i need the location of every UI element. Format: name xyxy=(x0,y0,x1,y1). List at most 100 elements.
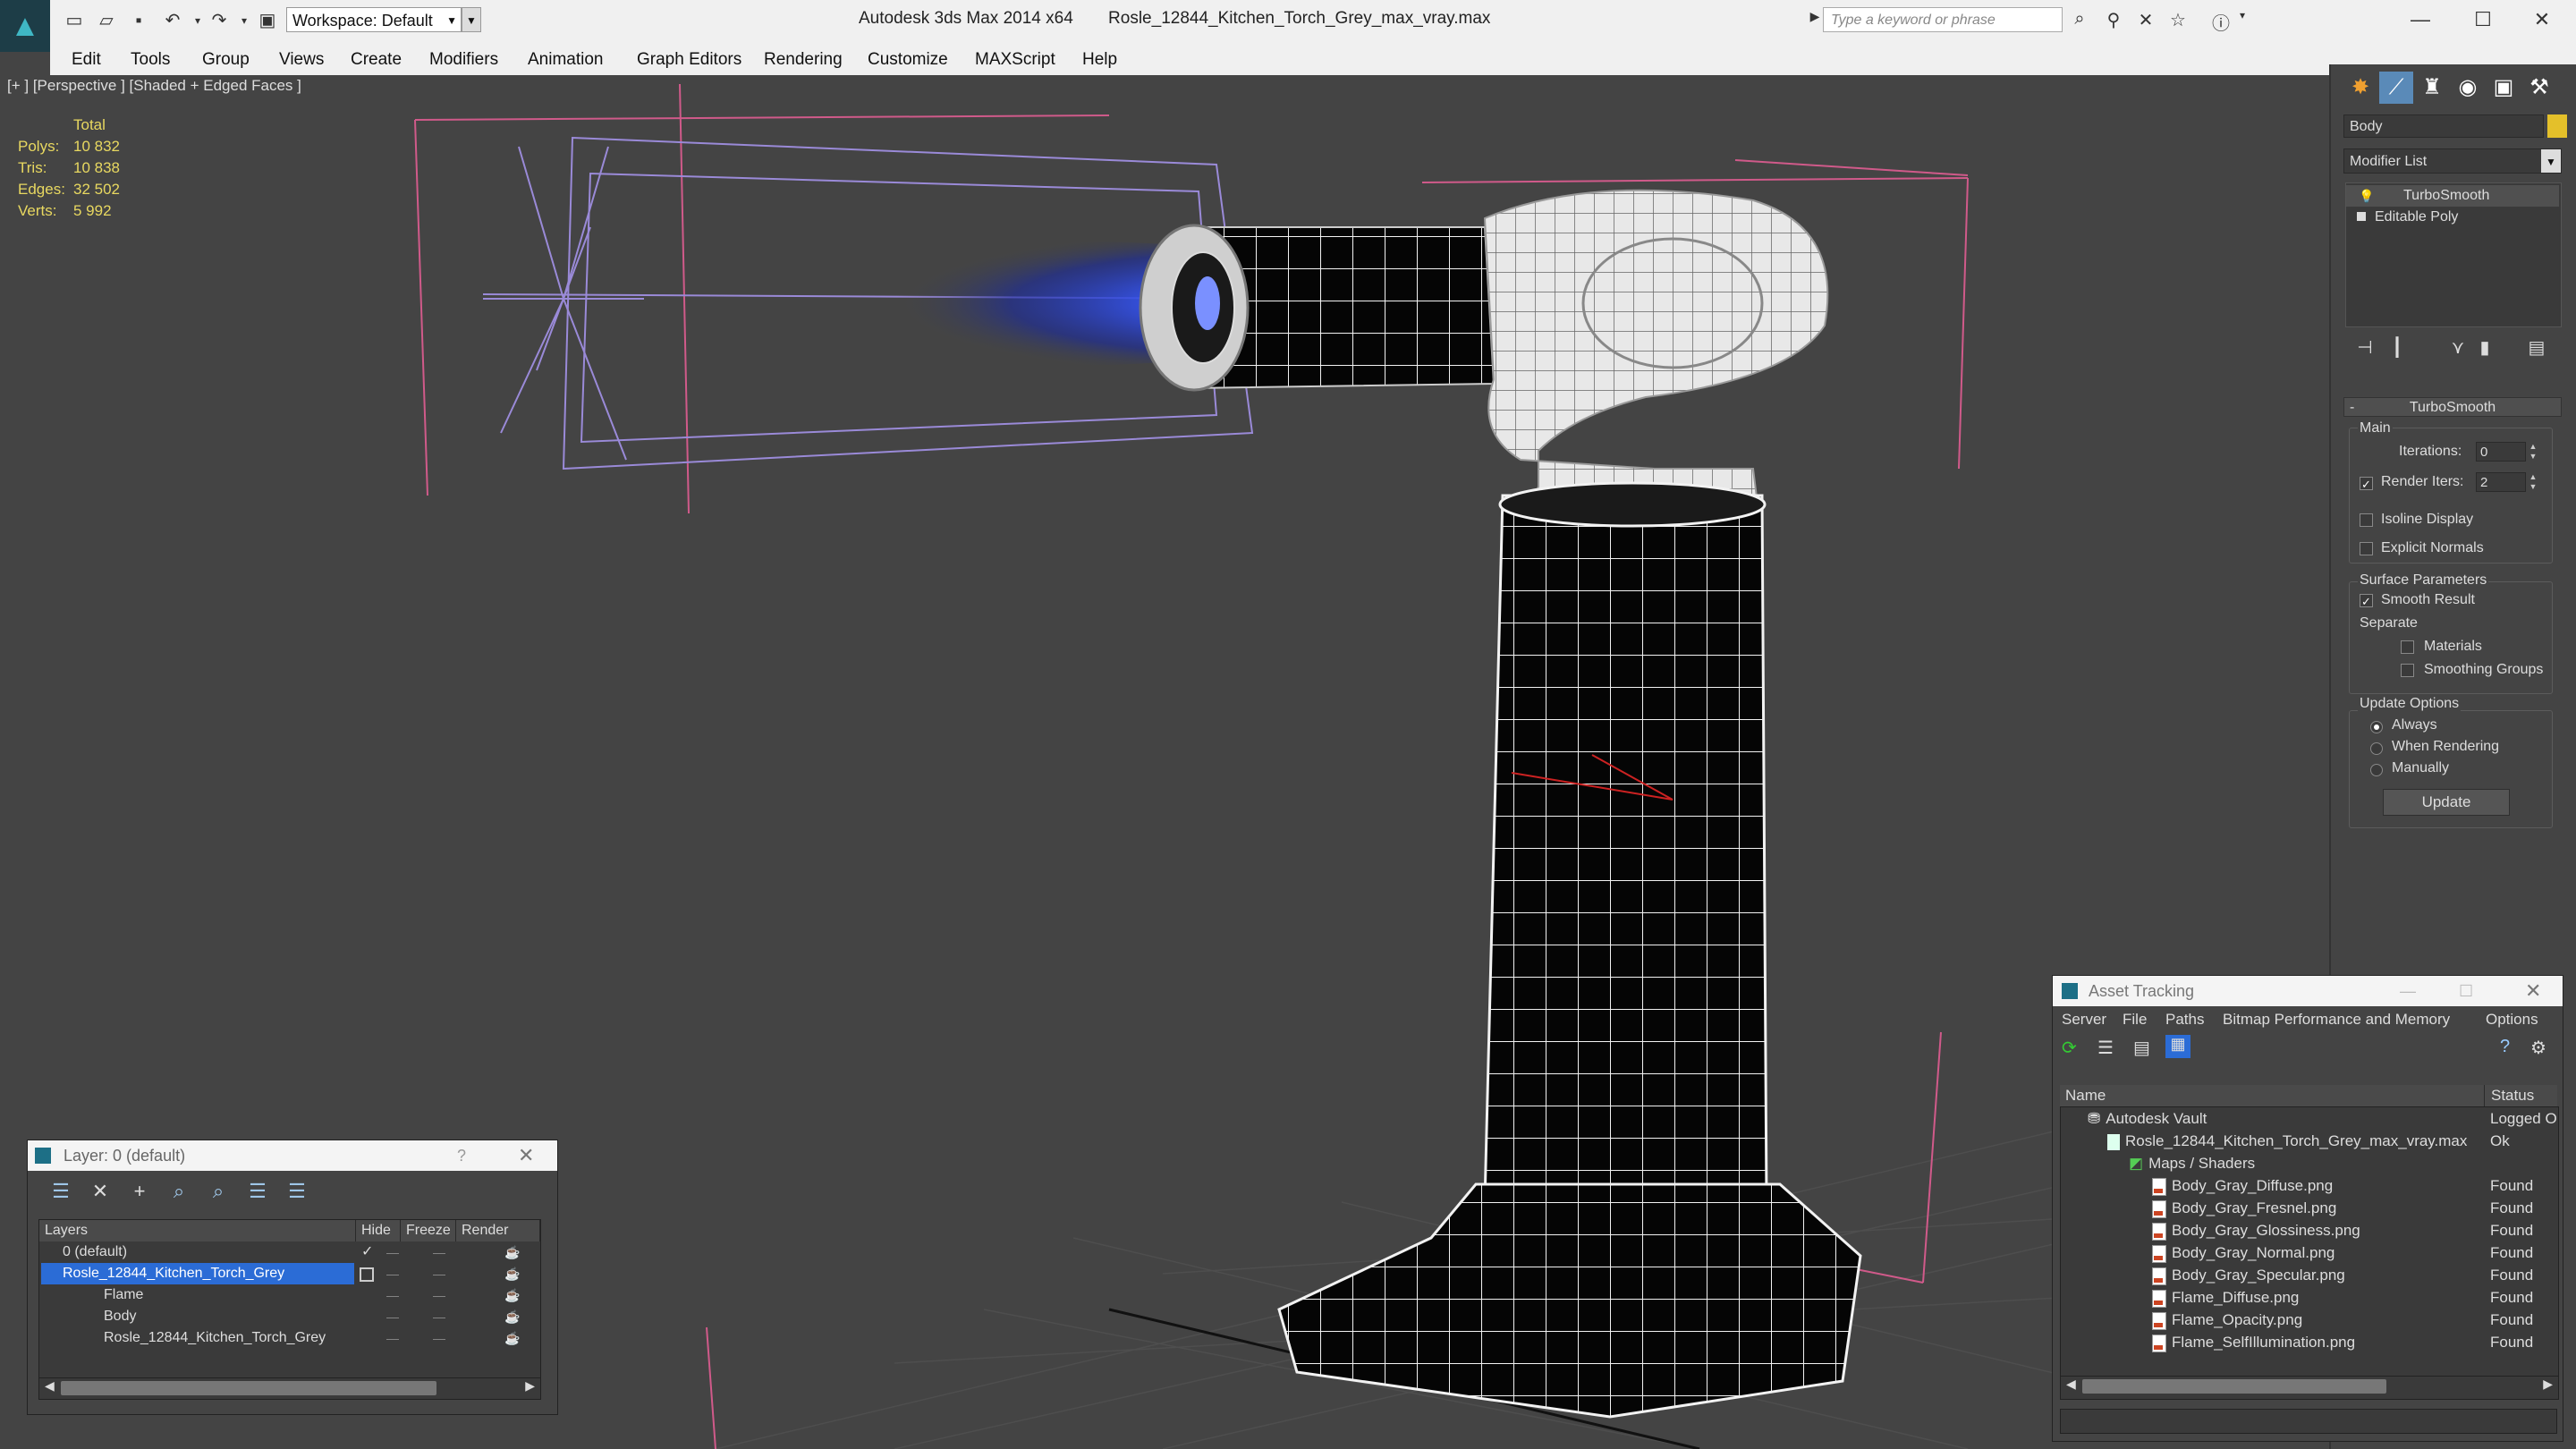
iterations-spinner[interactable]: 0 xyxy=(2476,442,2526,462)
help-icon[interactable]: ⓘ xyxy=(2209,9,2233,35)
freeze-toggle[interactable]: — xyxy=(433,1241,445,1263)
update-button[interactable]: Update xyxy=(2383,789,2510,816)
column-divider[interactable] xyxy=(2484,1085,2485,1106)
menu-tools[interactable]: Tools xyxy=(131,50,170,70)
render-iters-checkbox[interactable]: ✓ xyxy=(2360,477,2373,491)
undo-dropdown-icon[interactable]: ▾ xyxy=(186,9,209,32)
scroll-thumb[interactable] xyxy=(2082,1379,2386,1394)
detail-view-icon[interactable]: ▤ xyxy=(2133,1037,2150,1059)
column-header-status[interactable]: Status xyxy=(2491,1085,2534,1106)
minimize-button[interactable]: — xyxy=(2400,976,2416,1006)
materials-checkbox[interactable] xyxy=(2401,640,2414,654)
menu-modifiers[interactable]: Modifiers xyxy=(429,50,498,70)
hierarchy-tab-icon[interactable]: ♜ xyxy=(2415,72,2449,104)
maximize-button[interactable]: ☐ xyxy=(2459,976,2473,1006)
manually-radio[interactable] xyxy=(2370,764,2383,776)
create-tab-icon[interactable]: ✸ xyxy=(2343,72,2377,104)
viewport-label[interactable]: [+ ] [Perspective ] [Shaded + Edged Face… xyxy=(7,77,301,95)
menu-group[interactable]: Group xyxy=(202,50,250,70)
render-toggle-icon[interactable]: ☕ xyxy=(504,1241,520,1263)
stack-item[interactable]: Editable Poly xyxy=(2346,207,2559,228)
column-header-hide[interactable]: Hide xyxy=(356,1220,401,1241)
horizontal-scrollbar[interactable]: ◀ ▶ xyxy=(2061,1376,2558,1396)
hide-toggle[interactable]: — xyxy=(386,1327,399,1349)
when-rendering-radio[interactable] xyxy=(2370,742,2383,755)
modifier-list-dropdown[interactable]: Modifier List ▼ xyxy=(2343,148,2562,174)
stack-item[interactable]: 💡 TurboSmooth xyxy=(2346,185,2559,207)
freeze-toggle[interactable]: — xyxy=(433,1306,445,1327)
scroll-left-icon[interactable]: ◀ xyxy=(45,1378,55,1394)
hide-toggle[interactable]: — xyxy=(386,1241,399,1263)
hide-all-layers-icon[interactable]: ☰ xyxy=(244,1180,271,1203)
asset-row[interactable]: Body_Gray_Normal.png Found xyxy=(2061,1241,2558,1264)
asset-row[interactable]: ◩ Maps / Shaders xyxy=(2061,1152,2558,1174)
show-end-result-icon[interactable]: ┃ xyxy=(2385,336,2410,359)
favorites-star-icon[interactable]: ☆ xyxy=(2166,9,2190,31)
add-to-layer-icon[interactable]: + xyxy=(126,1180,153,1203)
menu-edit[interactable]: Edit xyxy=(72,50,101,70)
render-toggle-icon[interactable]: ☕ xyxy=(504,1306,520,1327)
smoothing-groups-checkbox[interactable] xyxy=(2401,664,2414,677)
freeze-toggle[interactable]: — xyxy=(433,1327,445,1349)
communication-icon[interactable]: ✕ xyxy=(2134,9,2157,31)
undo-icon[interactable]: ↶ xyxy=(161,9,184,32)
freeze-toggle[interactable]: — xyxy=(433,1284,445,1306)
asset-row[interactable]: Flame_SelfIllumination.png Found xyxy=(2061,1331,2558,1353)
select-objects-icon[interactable]: ⌕ xyxy=(165,1180,192,1203)
menu-help[interactable]: Help xyxy=(1082,50,1117,70)
menu-server[interactable]: Server xyxy=(2062,1006,2106,1033)
pin-stack-icon[interactable]: ⊣ xyxy=(2352,336,2377,359)
project-folder-icon[interactable]: ▣ xyxy=(256,9,279,32)
help-icon[interactable]: ? xyxy=(2500,1037,2510,1057)
menu-file[interactable]: File xyxy=(2123,1006,2147,1033)
configure-sets-icon[interactable]: ▤ xyxy=(2524,336,2549,359)
new-layer-icon[interactable]: ☰ xyxy=(47,1180,74,1203)
search-input[interactable]: Type a keyword or phrase xyxy=(1823,7,2063,32)
save-icon[interactable]: ▪ xyxy=(127,9,150,32)
layer-box-icon[interactable] xyxy=(360,1267,374,1282)
horizontal-scrollbar[interactable]: ◀ ▶ xyxy=(39,1377,540,1398)
menu-animation[interactable]: Animation xyxy=(528,50,604,70)
remove-modifier-icon[interactable]: ▮ xyxy=(2472,336,2497,359)
close-icon[interactable]: ✕ xyxy=(2525,976,2541,1006)
utilities-tab-icon[interactable]: ⚒ xyxy=(2522,72,2556,104)
menu-create[interactable]: Create xyxy=(351,50,402,70)
hide-toggle[interactable]: — xyxy=(386,1263,399,1284)
hide-toggle[interactable]: — xyxy=(386,1284,399,1306)
smooth-result-checkbox[interactable]: ✓ xyxy=(2360,594,2373,608)
asset-path-field[interactable] xyxy=(2060,1409,2557,1434)
close-icon[interactable]: ✕ xyxy=(518,1140,534,1171)
layer-window-titlebar[interactable]: Layer: 0 (default) ? ✕ xyxy=(28,1140,557,1171)
close-button[interactable]: ✕ xyxy=(2515,4,2569,36)
help-dropdown-icon[interactable]: ▾ xyxy=(2231,9,2254,21)
open-file-icon[interactable]: ▱ xyxy=(95,9,118,32)
context-help-icon[interactable]: ⚙ xyxy=(2530,1037,2546,1059)
subscription-icon[interactable]: ⚲ xyxy=(2102,9,2125,31)
object-color-swatch[interactable] xyxy=(2547,114,2567,138)
object-name-field[interactable]: Body xyxy=(2343,114,2544,138)
minimize-button[interactable]: — xyxy=(2394,4,2447,36)
list-view-icon[interactable]: ☰ xyxy=(2097,1037,2114,1059)
asset-window-titlebar[interactable]: Asset Tracking — ☐ ✕ xyxy=(2053,976,2563,1006)
asset-row[interactable]: Body_Gray_Specular.png Found xyxy=(2061,1264,2558,1286)
layer-row[interactable]: 0 (default) ✓ — — ☕ xyxy=(39,1241,540,1263)
scroll-thumb[interactable] xyxy=(61,1381,436,1395)
explicit-normals-checkbox[interactable] xyxy=(2360,542,2373,555)
layer-row[interactable]: Rosle_12844_Kitchen_Torch_Grey — — ☕ xyxy=(39,1263,540,1284)
spinner-arrows-icon[interactable]: ▲ ▼ xyxy=(2528,472,2538,492)
make-unique-icon[interactable]: ⋎ xyxy=(2445,336,2470,359)
redo-dropdown-icon[interactable]: ▾ xyxy=(233,9,256,32)
render-toggle-icon[interactable]: ☕ xyxy=(504,1327,520,1349)
column-header-layers[interactable]: Layers xyxy=(39,1220,356,1241)
highlight-layer-icon[interactable]: ⌕ xyxy=(205,1180,232,1203)
asset-row[interactable]: ⛃ Autodesk Vault Logged O xyxy=(2061,1107,2558,1130)
render-toggle-icon[interactable]: ☕ xyxy=(504,1263,520,1284)
app-logo-icon[interactable]: ▲ xyxy=(0,0,50,52)
column-header-freeze[interactable]: Freeze xyxy=(401,1220,456,1241)
table-view-icon[interactable]: ▦ xyxy=(2165,1035,2190,1058)
layer-row[interactable]: Rosle_12844_Kitchen_Torch_Grey — — ☕ xyxy=(39,1327,540,1349)
hide-toggle[interactable]: — xyxy=(386,1306,399,1327)
asset-row[interactable]: Body_Gray_Fresnel.png Found xyxy=(2061,1197,2558,1219)
workspace-dropdown[interactable]: Workspace: Default ▼ xyxy=(286,7,462,32)
isoline-display-checkbox[interactable] xyxy=(2360,513,2373,527)
